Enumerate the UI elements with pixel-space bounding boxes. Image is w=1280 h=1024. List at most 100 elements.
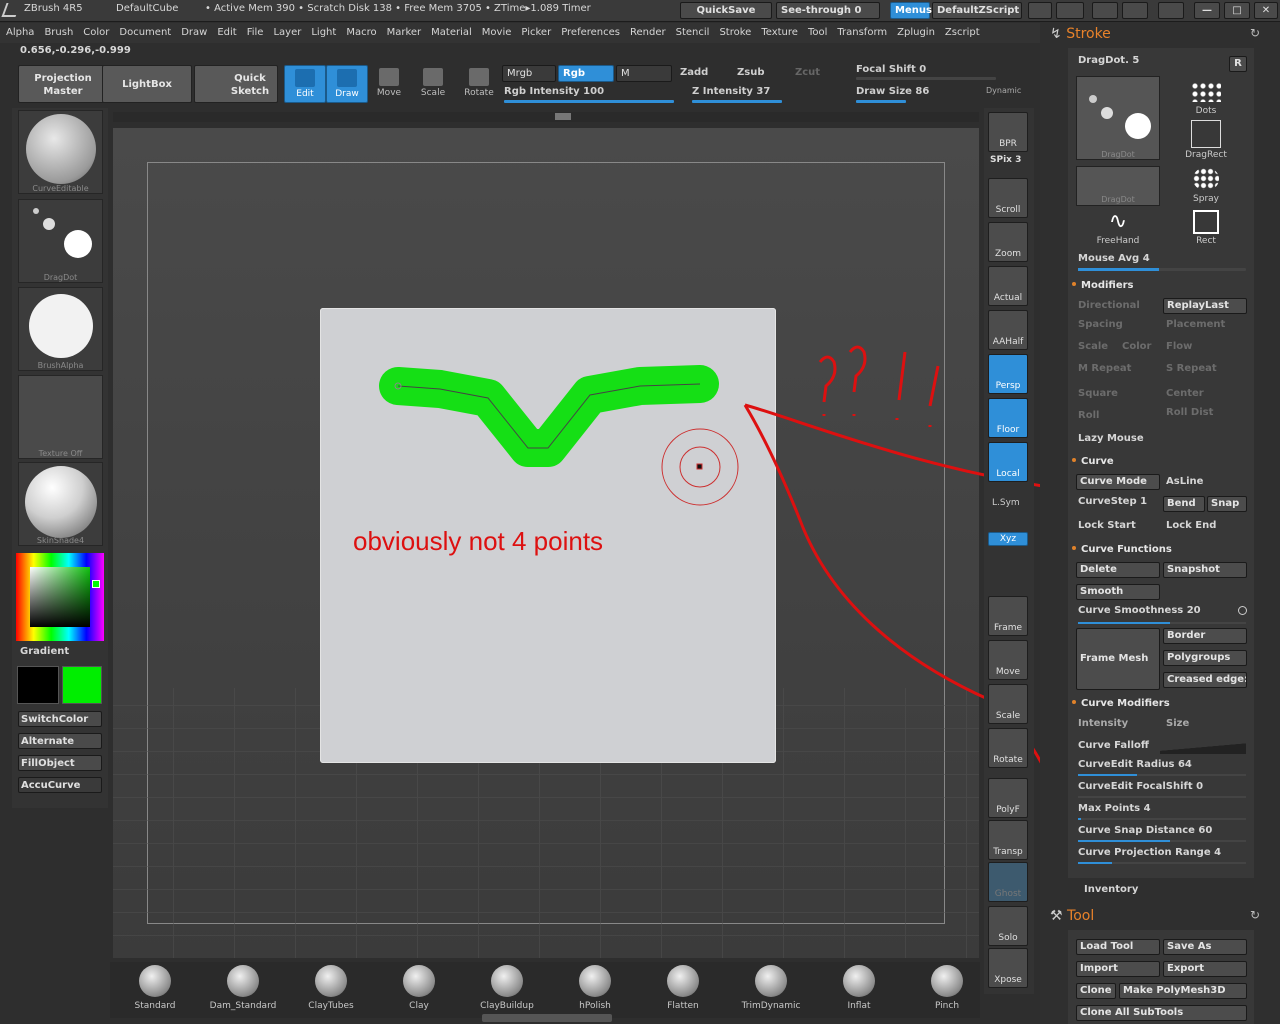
reset-stroke-button[interactable]: R	[1229, 56, 1247, 72]
mouse-avg-slider[interactable]	[1078, 268, 1246, 271]
roll-dist-slider[interactable]: Roll Dist	[1166, 407, 1213, 418]
stroke-panel-title[interactable]: ↯ Stroke	[1050, 26, 1111, 42]
lsym-button[interactable]: L.Sym	[992, 498, 1020, 508]
scale-slider[interactable]: Scale	[1078, 341, 1108, 352]
scale-view-button[interactable]: Scale	[988, 684, 1028, 724]
move-view-button[interactable]: Move	[988, 640, 1028, 680]
panel-slider-track[interactable]	[1078, 796, 1246, 798]
bend-button[interactable]: Bend	[1163, 496, 1205, 512]
panel-slider-track[interactable]	[1078, 774, 1246, 776]
xpose-view-button[interactable]: Xpose	[988, 948, 1028, 988]
make-polymesh3d-button[interactable]: Make PolyMesh3D	[1119, 983, 1247, 999]
spix-slider[interactable]: SPix 3	[990, 155, 1021, 165]
replaylast-button[interactable]: ReplayLast	[1163, 298, 1247, 314]
persp-view-button[interactable]: Persp	[988, 354, 1028, 394]
curve-functions-section[interactable]: Curve Functions	[1078, 544, 1172, 555]
dragdot-small-option[interactable]: DragDot	[1076, 166, 1160, 206]
placement-slider[interactable]: Placement	[1166, 319, 1225, 330]
curve-section[interactable]: Curve	[1078, 456, 1114, 467]
stroke-panel-refresh-icon[interactable]: ↻	[1250, 26, 1260, 40]
delete-button[interactable]: Delete	[1076, 562, 1160, 578]
panel-slider-track[interactable]	[1078, 818, 1246, 820]
import-button[interactable]: Import	[1076, 961, 1160, 977]
smoothness-circle-icon[interactable]	[1238, 606, 1247, 615]
polyf-view-button[interactable]: PolyF	[988, 778, 1028, 818]
zoom-view-button[interactable]: Zoom	[988, 222, 1028, 262]
xyz-button[interactable]: Xyz	[988, 532, 1028, 546]
snapshot-button[interactable]: Snapshot	[1163, 562, 1247, 578]
brush-inflat[interactable]: Inflat	[819, 965, 899, 1011]
m-repeat-slider[interactable]: M Repeat	[1078, 363, 1131, 374]
brush-claybuildup[interactable]: ClayBuildup	[467, 965, 547, 1011]
local-view-button[interactable]: Local	[988, 442, 1028, 482]
spacing-slider[interactable]: Spacing	[1078, 319, 1123, 330]
border-button[interactable]: Border	[1163, 628, 1247, 644]
clone-button[interactable]: Clone	[1076, 983, 1116, 999]
curve-projection-range-slider[interactable]: Curve Projection Range 4	[1078, 847, 1221, 858]
floor-view-button[interactable]: Floor	[988, 398, 1028, 438]
load-tool-button[interactable]: Load Tool	[1076, 939, 1160, 955]
actual-view-button[interactable]: Actual	[988, 266, 1028, 306]
bpr-view-button[interactable]: BPR	[988, 112, 1028, 152]
size-toggle[interactable]: Size	[1166, 718, 1189, 729]
shelf-toggle-icon[interactable]	[482, 1014, 612, 1022]
intensity-toggle[interactable]: Intensity	[1078, 718, 1128, 729]
panel-slider-track[interactable]	[1078, 622, 1246, 624]
curve-falloff-button[interactable]: Curve Falloff	[1078, 740, 1149, 751]
tool-panel-refresh-icon[interactable]: ↻	[1250, 908, 1260, 922]
dots-stroke-option[interactable]: Dots	[1170, 76, 1242, 118]
panel-slider-track[interactable]	[1078, 840, 1246, 842]
curve-smoothness-slider[interactable]: Curve Smoothness 20	[1078, 605, 1201, 616]
mouse-avg-label[interactable]: Mouse Avg 4	[1078, 253, 1150, 264]
frame-mesh-button[interactable]: Frame Mesh	[1076, 628, 1160, 690]
brush-flatten[interactable]: Flatten	[643, 965, 723, 1011]
dragrect-stroke-option[interactable]: DragRect	[1170, 120, 1242, 162]
rotate-view-button[interactable]: Rotate	[988, 728, 1028, 768]
flow-slider[interactable]: Flow	[1166, 341, 1192, 352]
color-slider[interactable]: Color	[1122, 341, 1151, 352]
polygroups-button[interactable]: Polygroups	[1163, 650, 1247, 666]
save-as-button[interactable]: Save As	[1163, 939, 1247, 955]
rect-stroke-option[interactable]: Rect	[1170, 210, 1242, 250]
lazy-mouse-section[interactable]: Lazy Mouse	[1078, 433, 1144, 444]
aahalf-view-button[interactable]: AAHalf	[988, 310, 1028, 350]
modifiers-section[interactable]: Modifiers	[1078, 280, 1134, 291]
directional-toggle[interactable]: Directional	[1078, 300, 1140, 311]
lock-end-toggle[interactable]: Lock End	[1166, 520, 1216, 531]
smooth-button[interactable]: Smooth	[1076, 584, 1160, 600]
asline-toggle[interactable]: AsLine	[1166, 476, 1203, 487]
brush-claytubes[interactable]: ClayTubes	[291, 965, 371, 1011]
solo-view-button[interactable]: Solo	[988, 906, 1028, 946]
curvestep-slider[interactable]: CurveStep 1	[1078, 496, 1147, 507]
curve-modifiers-section[interactable]: Curve Modifiers	[1078, 698, 1170, 709]
curve-mode-button[interactable]: Curve Mode	[1076, 474, 1160, 490]
creased-edges-button[interactable]: Creased edge:	[1163, 672, 1247, 688]
curve-snap-distance-slider[interactable]: Curve Snap Distance 60	[1078, 825, 1212, 836]
curveedit-focalshift-slider[interactable]: CurveEdit FocalShift 0	[1078, 781, 1203, 792]
brush-dam_standard[interactable]: Dam_Standard	[203, 965, 283, 1011]
inventory-section[interactable]: Inventory	[1084, 884, 1138, 895]
freehand-stroke-option[interactable]: ∿ FreeHand	[1076, 210, 1160, 250]
brush-standard[interactable]: Standard	[115, 965, 195, 1011]
lock-start-toggle[interactable]: Lock Start	[1078, 520, 1136, 531]
dragdot-large-thumb[interactable]: DragDot	[1076, 76, 1160, 160]
curveedit-radius-slider[interactable]: CurveEdit Radius 64	[1078, 759, 1192, 770]
brush-trimdynamic[interactable]: TrimDynamic	[731, 965, 811, 1011]
panel-slider-track[interactable]	[1078, 862, 1246, 864]
brush-hpolish[interactable]: hPolish	[555, 965, 635, 1011]
brush-clay[interactable]: Clay	[379, 965, 459, 1011]
roll-toggle[interactable]: Roll	[1078, 410, 1099, 421]
transp-view-button[interactable]: Transp	[988, 820, 1028, 860]
scroll-view-button[interactable]: Scroll	[988, 178, 1028, 218]
export-button[interactable]: Export	[1163, 961, 1247, 977]
clone-all-subtools-button[interactable]: Clone All SubTools	[1076, 1005, 1247, 1021]
tool-panel-title[interactable]: ⚒ Tool	[1050, 908, 1094, 924]
square-toggle[interactable]: Square	[1078, 388, 1118, 399]
snap-button[interactable]: Snap	[1207, 496, 1247, 512]
s-repeat-slider[interactable]: S Repeat	[1166, 363, 1217, 374]
center-toggle[interactable]: Center	[1166, 388, 1204, 399]
brush-pinch[interactable]: Pinch	[907, 965, 987, 1011]
curve-falloff-graph[interactable]	[1160, 740, 1246, 754]
spray-stroke-option[interactable]: Spray	[1170, 166, 1242, 206]
ghost-view-button[interactable]: Ghost	[988, 862, 1028, 902]
